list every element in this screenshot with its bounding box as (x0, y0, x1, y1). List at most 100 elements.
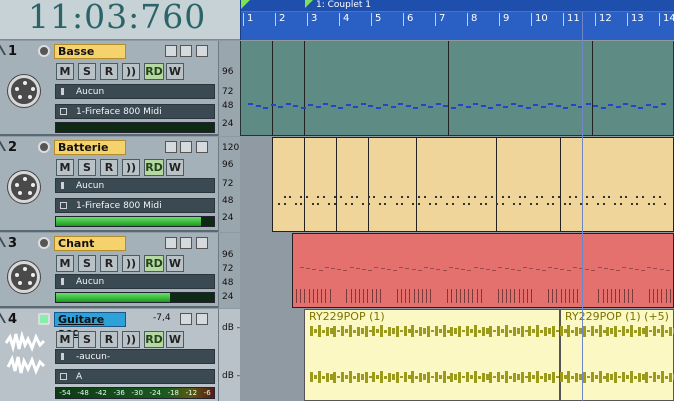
drum-hit (586, 203, 588, 205)
waveform-bar (407, 375, 411, 379)
track-close-icon[interactable] (196, 313, 208, 325)
marker-label[interactable]: 1: Couplet 1 (316, 0, 371, 10)
waveform-bar (349, 325, 352, 337)
monitor-button[interactable]: )) (122, 331, 140, 348)
midi-note (465, 106, 471, 108)
midi-port-icon[interactable] (38, 237, 50, 249)
timeline-ruler[interactable]: 1: Couplet 1 1 2 3 4 5 6 7 8 9 10 11 12 13 14 (240, 0, 674, 40)
write-automation-button[interactable]: W (166, 255, 184, 272)
midi-port-icon[interactable] (38, 141, 50, 153)
monitor-button[interactable]: )) (122, 63, 140, 80)
track-list-icon[interactable] (180, 313, 192, 325)
waveform-bar (458, 371, 462, 383)
drum-hit (602, 203, 605, 205)
lane-batterie[interactable] (240, 137, 674, 232)
write-automation-button[interactable]: W (166, 159, 184, 176)
track-menu-icon[interactable] (165, 141, 177, 153)
record-button[interactable]: R (100, 331, 118, 348)
audio-clip-guitare-1[interactable]: RY229POP (1) (304, 309, 560, 401)
track-header-chant[interactable]: 3 Chant M S R )) RD W Aucun (0, 233, 240, 308)
solo-button[interactable]: S (78, 255, 96, 272)
track-name-field[interactable]: Batterie (54, 140, 126, 155)
scale-label: 72 (222, 87, 234, 97)
midi-note (398, 103, 403, 105)
bar-tick (339, 13, 340, 26)
read-automation-button[interactable]: RD (144, 159, 164, 176)
scale-label: 96 (222, 160, 234, 170)
vocal-note-tick (422, 289, 423, 303)
read-automation-button[interactable]: RD (144, 255, 164, 272)
vocal-note-tick (325, 289, 327, 303)
record-button[interactable]: R (100, 63, 118, 80)
mute-button[interactable]: M (56, 255, 74, 272)
midi-clip-batterie[interactable] (272, 137, 674, 232)
midi-note (360, 103, 366, 105)
track-menu-icon[interactable] (165, 45, 177, 57)
read-automation-button[interactable]: RD (144, 331, 164, 348)
vocal-note (486, 269, 490, 270)
track-header-batterie[interactable]: 2 Batterie M S R )) RD W Aucun 1-Firefac… (0, 137, 240, 232)
write-automation-button[interactable]: W (166, 331, 184, 348)
input-selector[interactable]: Aucun (55, 178, 215, 193)
monitor-button[interactable]: )) (122, 255, 140, 272)
velocity-scale: 96 72 48 24 (218, 41, 240, 136)
waveform-bar (352, 329, 356, 333)
vocal-note (324, 267, 329, 268)
output-selector[interactable]: 1-Fireface 800 Midi (55, 104, 215, 119)
mute-button[interactable]: M (56, 159, 74, 176)
solo-button[interactable]: S (78, 331, 96, 348)
audio-input-icon[interactable] (38, 313, 50, 325)
track-close-icon[interactable] (196, 45, 208, 57)
audio-clip-guitare-2[interactable]: RY229POP (1) (+5) (560, 309, 674, 401)
solo-button[interactable]: S (78, 159, 96, 176)
bar-number: 6 (407, 13, 414, 24)
track-close-icon[interactable] (196, 141, 208, 153)
mute-button[interactable]: M (56, 63, 74, 80)
track-menu-icon[interactable] (165, 237, 177, 249)
marker-flag-icon[interactable] (305, 0, 313, 8)
waveform-bar (629, 325, 633, 337)
output-selector[interactable]: A (55, 369, 215, 384)
lane-chant[interactable] (240, 233, 674, 308)
track-list-icon[interactable] (180, 141, 192, 153)
mute-button[interactable]: M (56, 331, 74, 348)
drum-hit (462, 203, 465, 205)
vocal-note-tick (556, 289, 558, 303)
record-button[interactable]: R (100, 159, 118, 176)
record-button[interactable]: R (100, 255, 118, 272)
track-list-icon[interactable] (180, 237, 192, 249)
output-selector[interactable]: 1-Fireface 800 Midi (55, 198, 215, 213)
input-selector[interactable]: Aucun (55, 84, 215, 99)
vocal-note (510, 269, 515, 270)
midi-port-icon[interactable] (38, 45, 50, 57)
track-name-field[interactable]: Chant (54, 236, 126, 251)
waveform-bar (645, 371, 649, 383)
drum-hit (485, 203, 488, 205)
solo-button[interactable]: S (78, 63, 96, 80)
track-header-guitare[interactable]: 4 Guitare acc. -7,4 M S R )) RD W -aucun… (0, 309, 240, 401)
waveform-bar (520, 325, 524, 337)
track-list-icon[interactable] (180, 45, 192, 57)
midi-note (660, 103, 666, 105)
read-automation-button[interactable]: RD (144, 63, 164, 80)
track-header-basse[interactable]: 1 Basse M S R )) RD W Aucun 1-Fireface 8… (0, 41, 240, 136)
track-name-field[interactable]: Basse (54, 44, 126, 59)
midi-clip-basse[interactable] (240, 41, 674, 136)
write-automation-button[interactable]: W (166, 63, 184, 80)
vocal-note (492, 270, 497, 271)
waveform-bar (391, 328, 395, 334)
playhead-cursor[interactable] (582, 12, 583, 401)
marker-bar[interactable]: 1: Couplet 1 (241, 0, 674, 12)
lane-basse[interactable] (240, 41, 674, 136)
level-meter (55, 292, 215, 303)
drum-hit (597, 203, 600, 205)
input-selector[interactable]: -aucun- (55, 349, 215, 364)
lane-guitare[interactable]: RY229POP (1) RY229POP (1) (+5) (240, 309, 674, 401)
track-close-icon[interactable] (196, 237, 208, 249)
waveform-bar (528, 372, 532, 382)
monitor-button[interactable]: )) (122, 159, 140, 176)
track-volume-readout[interactable]: -7,4 (153, 313, 171, 323)
waveform-bar (661, 325, 664, 337)
input-selector[interactable]: Aucun (55, 274, 215, 289)
track-name-field[interactable]: Guitare acc. (54, 312, 126, 339)
